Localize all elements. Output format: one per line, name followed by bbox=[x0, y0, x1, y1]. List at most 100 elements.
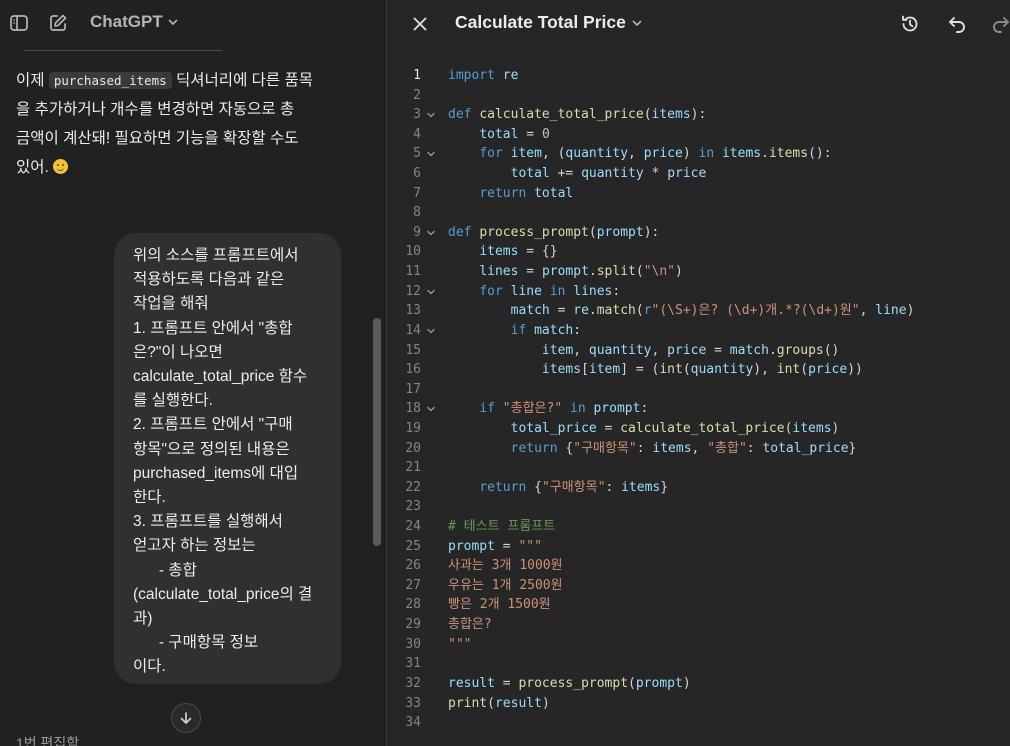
redo-icon[interactable] bbox=[988, 11, 1010, 37]
code-line[interactable]: 9 def process_prompt(prompt): bbox=[387, 223, 1010, 243]
fold-chevron-icon[interactable] bbox=[425, 282, 437, 302]
code-token: items bbox=[792, 420, 832, 436]
chevron-down-icon bbox=[168, 19, 178, 25]
code-token: import bbox=[448, 68, 495, 83]
code-line[interactable]: 1 import re bbox=[387, 66, 1010, 86]
code-line[interactable]: 6 total += quantity * price bbox=[387, 164, 1010, 184]
code-line[interactable]: 26 사과는 3개 1000원 bbox=[387, 556, 1010, 576]
user-text-line: 위의 소스를 프롬프트에서 bbox=[133, 247, 299, 264]
code-line[interactable]: 21 bbox=[387, 458, 1010, 478]
fold-chevron-icon[interactable] bbox=[425, 321, 437, 341]
line-number: 10 bbox=[405, 244, 421, 260]
code-text: if "총합은?" in prompt: bbox=[448, 399, 648, 419]
code-token: int bbox=[776, 362, 801, 378]
code-line[interactable]: 17 bbox=[387, 380, 1010, 400]
code-line[interactable]: 32 result = process_prompt(prompt) bbox=[387, 674, 1010, 694]
code-line[interactable]: 19 total_price = calculate_total_price(i… bbox=[387, 419, 1010, 439]
canvas-title[interactable]: Calculate Total Price bbox=[455, 12, 643, 33]
chat-panel: ChatGPT 이제 purchased_items 딕셔너리에 다른 품목 을 … bbox=[0, 0, 386, 746]
close-icon[interactable] bbox=[407, 11, 433, 37]
line-number: 15 bbox=[405, 342, 421, 358]
code-token: items bbox=[768, 146, 809, 162]
code-token: ) bbox=[682, 675, 691, 691]
code-line[interactable]: 8 bbox=[387, 203, 1010, 223]
code-line[interactable]: 25 prompt = """ bbox=[387, 537, 1010, 557]
scrollbar-thumb[interactable] bbox=[373, 318, 381, 546]
code-token: ( bbox=[588, 224, 597, 240]
code-token: ), bbox=[753, 362, 777, 378]
code-token: result bbox=[494, 695, 542, 711]
code-line[interactable]: 4 total = 0 bbox=[387, 125, 1010, 145]
code-text: return {"구매항목": items} bbox=[448, 478, 668, 498]
code-line[interactable]: 2 bbox=[387, 86, 1010, 106]
code-line[interactable]: 7 return total bbox=[387, 184, 1010, 204]
undo-icon[interactable] bbox=[944, 11, 970, 37]
history-icon[interactable] bbox=[897, 11, 923, 37]
assistant-text-line: 을 추가하거나 개수를 변경하면 자동으로 총 bbox=[16, 95, 361, 124]
line-number: 25 bbox=[405, 538, 421, 554]
code-editor[interactable]: 1 import re 2 3 def calculate_total_price(it… bbox=[387, 66, 1010, 733]
code-token: lines bbox=[479, 264, 519, 280]
code-line[interactable]: 29 총합은? bbox=[387, 615, 1010, 635]
code-line[interactable]: 34 bbox=[387, 713, 1010, 733]
code-line[interactable]: 3 def calculate_total_price(items): bbox=[387, 105, 1010, 125]
code-line[interactable]: 23 bbox=[387, 497, 1010, 517]
code-token: """ bbox=[518, 538, 542, 554]
code-token: quantity bbox=[565, 146, 629, 162]
fold-chevron-icon[interactable] bbox=[425, 223, 437, 243]
code-line[interactable]: 33 print(result) bbox=[387, 694, 1010, 714]
code-line[interactable]: 28 빵은 2개 1500원 bbox=[387, 595, 1010, 615]
code-line[interactable]: 22 return {"구매항목": items} bbox=[387, 478, 1010, 498]
scroll-to-bottom-button[interactable] bbox=[171, 703, 201, 733]
code-token: if bbox=[510, 322, 527, 338]
code-line[interactable]: 10 items = {} bbox=[387, 242, 1010, 262]
code-token: = {} bbox=[518, 244, 558, 260]
code-line[interactable]: 31 bbox=[387, 654, 1010, 674]
code-line[interactable]: 30 """ bbox=[387, 635, 1010, 655]
sidebar-toggle-icon[interactable] bbox=[6, 10, 32, 36]
arrow-down-icon bbox=[180, 712, 192, 724]
code-line[interactable]: 15 item, quantity, price = match.groups(… bbox=[387, 341, 1010, 361]
code-line[interactable]: 20 return {"구매항목": items, "총합": total_pr… bbox=[387, 439, 1010, 459]
code-text: items = {} bbox=[448, 242, 558, 262]
code-token: ( bbox=[635, 264, 644, 280]
model-selector[interactable]: ChatGPT bbox=[90, 12, 179, 32]
code-line[interactable]: 18 if "총합은?" in prompt: bbox=[387, 399, 1010, 419]
code-line[interactable]: 27 우유는 1개 2500원 bbox=[387, 576, 1010, 596]
code-line[interactable]: 24 # 테스트 프롬프트 bbox=[387, 517, 1010, 537]
code-token: lines bbox=[573, 283, 613, 299]
code-line[interactable]: 16 items[item] = (int(quantity), int(pri… bbox=[387, 360, 1010, 380]
code-token: : bbox=[640, 401, 649, 417]
code-line[interactable]: 5 for item, (quantity, price) in items.i… bbox=[387, 144, 1010, 164]
new-chat-icon[interactable] bbox=[45, 10, 71, 36]
user-text-line: - 구매항목 정보 bbox=[133, 634, 259, 652]
code-token: r bbox=[643, 303, 652, 319]
inline-code: purchased_items bbox=[48, 72, 172, 89]
line-number: 18 bbox=[405, 401, 421, 417]
code-line[interactable]: 13 match = re.match(r"(\S+)은? (\d+)개.*?(… bbox=[387, 301, 1010, 321]
line-number: 6 bbox=[413, 166, 421, 182]
code-text: match = re.match(r"(\S+)은? (\d+)개.*?(\d+… bbox=[448, 301, 915, 321]
code-token: ] = ( bbox=[620, 362, 660, 378]
code-line[interactable]: 12 for line in lines: bbox=[387, 282, 1010, 302]
fold-chevron-icon[interactable] bbox=[425, 144, 437, 164]
line-number: 19 bbox=[405, 420, 421, 436]
code-token: price bbox=[667, 166, 707, 182]
code-token: items bbox=[621, 479, 661, 495]
code-text: total = 0 bbox=[448, 125, 549, 145]
code-text: import re bbox=[448, 66, 518, 86]
user-text-line: 2. 프롬프트 안에서 "구매 bbox=[133, 416, 293, 434]
fold-chevron-icon[interactable] bbox=[425, 105, 437, 125]
user-text-line: 1. 프롬프트 안에서 "총합 bbox=[133, 319, 293, 337]
code-line[interactable]: 11 lines = prompt.split("\n") bbox=[387, 262, 1010, 282]
code-line[interactable]: 14 if match: bbox=[387, 321, 1010, 341]
fold-chevron-icon[interactable] bbox=[425, 399, 437, 419]
code-token: total bbox=[510, 166, 550, 182]
assistant-message: 이제 purchased_items 딕셔너리에 다른 품목 을 추가하거나 개수… bbox=[16, 66, 361, 182]
code-text: total_price = calculate_total_price(item… bbox=[448, 419, 840, 439]
